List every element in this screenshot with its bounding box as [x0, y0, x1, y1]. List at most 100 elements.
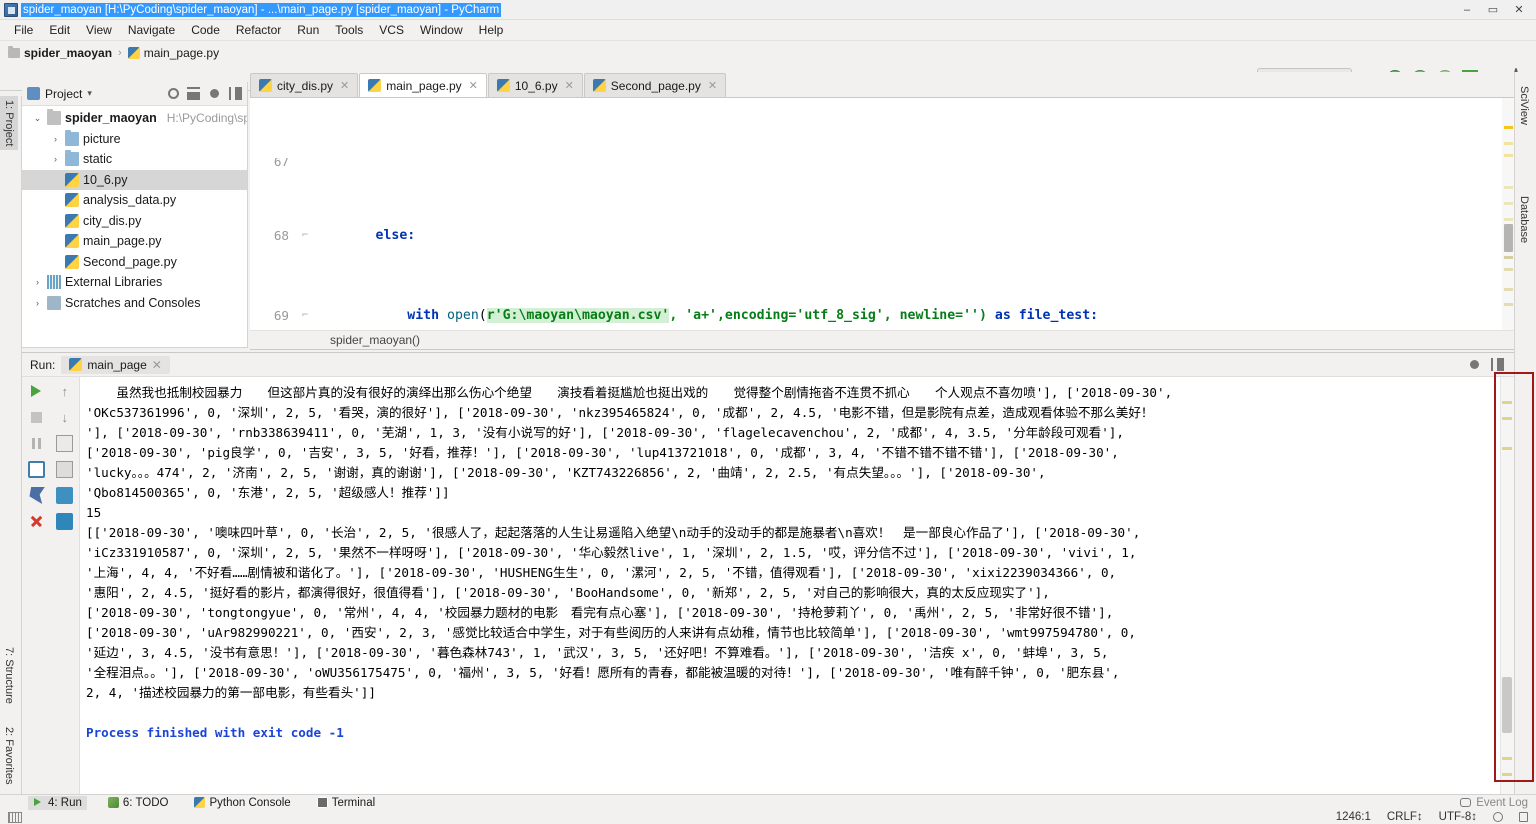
close-icon[interactable]: [28, 513, 45, 530]
tab-city-dis[interactable]: city_dis.py ✕: [250, 73, 359, 97]
lock-icon[interactable]: [1519, 812, 1528, 822]
tab-10-6[interactable]: 10_6.py ✕: [487, 73, 583, 97]
close-icon[interactable]: ✕: [565, 79, 574, 92]
maximize-button[interactable]: ▭: [1480, 1, 1506, 19]
tree-row[interactable]: › External Libraries: [22, 272, 247, 293]
pause-icon[interactable]: [31, 438, 41, 449]
code-editor[interactable]: 67 file_test.to_csv(r'G:\maoyan\maoyan.c…: [250, 98, 1514, 330]
run-tab-main-page[interactable]: main_page ✕: [61, 355, 170, 374]
event-log-button[interactable]: Event Log: [1460, 797, 1536, 809]
status-grid-icon: [8, 811, 22, 823]
close-icon[interactable]: ✕: [152, 358, 162, 372]
console-output[interactable]: 虽然我也抵制校园暴力 但这部片真的没有很好的演绎出那么伤心个绝望 演技看着挺尴尬…: [80, 377, 1514, 796]
menu-tools[interactable]: Tools: [327, 21, 371, 39]
stop-icon[interactable]: [30, 412, 42, 423]
close-icon[interactable]: ✕: [708, 79, 717, 92]
bottom-tab-todo[interactable]: 6: TODO: [103, 796, 174, 810]
bottom-tab-python-console[interactable]: Python Console: [189, 796, 295, 810]
tree-row[interactable]: › picture: [22, 129, 247, 150]
clear-all-icon[interactable]: [56, 513, 74, 530]
fold-marker[interactable]: ⌐: [298, 226, 312, 246]
breadcrumb-project[interactable]: spider_maoyan: [8, 46, 112, 60]
project-tool-window: Project ▾ ⌄ spider_maoyan H:\PyCoding\sp…: [22, 82, 248, 348]
expand-arrow-icon[interactable]: ›: [50, 134, 61, 144]
gear-icon[interactable]: [1470, 360, 1479, 369]
bottom-tab-terminal[interactable]: Terminal: [312, 796, 380, 810]
sidebar-tab-favorites[interactable]: 2: Favorites: [0, 723, 18, 788]
fold-marker[interactable]: ⌐: [298, 306, 312, 326]
python-file-icon: [127, 47, 140, 59]
collapse-all-icon[interactable]: [187, 87, 200, 100]
menu-bar: File Edit View Navigate Code Refactor Ru…: [0, 20, 1536, 41]
left-tool-strip: 1: Project 7: Structure 2: Favorites: [0, 96, 22, 796]
code-filetest: file_test:: [1010, 308, 1099, 323]
bottom-tab-run[interactable]: 4: Run: [28, 795, 87, 810]
scroll-from-source-icon[interactable]: [168, 88, 179, 99]
menu-vcs[interactable]: VCS: [371, 21, 412, 39]
scroll-down-icon[interactable]: ↓: [56, 409, 73, 426]
close-icon[interactable]: ✕: [469, 79, 478, 92]
expand-arrow-icon[interactable]: ›: [32, 277, 43, 287]
file-encoding[interactable]: UTF-8↕: [1439, 811, 1477, 823]
minimize-button[interactable]: –: [1454, 1, 1480, 19]
tab-label: 10_6.py: [514, 78, 558, 93]
tab-main-page[interactable]: main_page.py ✕: [359, 73, 487, 97]
folder-icon: [65, 129, 79, 146]
rerun-icon[interactable]: [28, 383, 45, 400]
menu-run[interactable]: Run: [289, 21, 327, 39]
sidebar-tab-project[interactable]: 1: Project: [0, 96, 18, 151]
export-icon[interactable]: [56, 487, 74, 504]
gear-icon[interactable]: [1493, 812, 1503, 822]
minimize-icon[interactable]: [1491, 358, 1504, 371]
hide-panel-icon[interactable]: [229, 87, 242, 100]
tree-item-label: city_dis.py: [83, 213, 142, 228]
console-line: ['2018-09-30', 'uAr982990221', 0, '西安', …: [86, 625, 1136, 640]
scroll-up-icon[interactable]: ↑: [56, 383, 73, 400]
soft-wrap-icon[interactable]: [56, 435, 74, 452]
menu-navigate[interactable]: Navigate: [120, 21, 183, 39]
tree-row[interactable]: analysis_data.py: [22, 190, 247, 211]
tree-row[interactable]: › Scratches and Consoles: [22, 293, 247, 314]
tree-item-label: 10_6.py: [83, 172, 128, 187]
window-title: spider_maoyan [H:\PyCoding\spider_maoyan…: [21, 2, 502, 17]
run-tab-label: main_page: [87, 357, 147, 372]
python-console-icon: [194, 797, 206, 808]
tree-row[interactable]: Second_page.py: [22, 252, 247, 273]
line-separator[interactable]: CRLF↕: [1387, 811, 1423, 823]
menu-refactor[interactable]: Refactor: [228, 21, 289, 39]
gear-icon[interactable]: [210, 89, 219, 98]
close-button[interactable]: ✕: [1506, 1, 1532, 19]
python-file-icon: [259, 79, 272, 92]
tree-row[interactable]: ⌄ spider_maoyan H:\PyCoding\sp: [22, 108, 247, 129]
caret-position[interactable]: 1246:1: [1336, 811, 1371, 823]
menu-edit[interactable]: Edit: [41, 21, 78, 39]
menu-code[interactable]: Code: [183, 21, 228, 39]
menu-window[interactable]: Window: [412, 21, 471, 39]
menu-help[interactable]: Help: [471, 21, 512, 39]
chevron-down-icon[interactable]: ▾: [87, 88, 92, 99]
expand-arrow-icon[interactable]: ⌄: [32, 113, 43, 124]
breadcrumb-file[interactable]: main_page.py: [127, 46, 219, 60]
sidebar-tab-structure[interactable]: 7: Structure: [0, 643, 18, 708]
expand-arrow-icon[interactable]: ›: [50, 154, 61, 164]
tree-row[interactable]: › static: [22, 149, 247, 170]
console-icon[interactable]: [27, 461, 45, 478]
code-open: open: [447, 308, 479, 323]
tree-row[interactable]: city_dis.py: [22, 211, 247, 232]
sidebar-tab-sciview[interactable]: SciView: [1515, 82, 1533, 129]
pin-icon[interactable]: [29, 487, 45, 504]
folder-icon: [65, 150, 79, 167]
expand-arrow-icon[interactable]: ›: [32, 298, 43, 308]
tree-row-selected[interactable]: 10_6.py: [22, 169, 247, 190]
close-icon[interactable]: ✕: [340, 79, 349, 92]
menu-file[interactable]: File: [6, 21, 41, 39]
tab-second-page[interactable]: Second_page.py ✕: [583, 73, 727, 97]
editor-scrollbar[interactable]: [1502, 98, 1514, 330]
print-icon[interactable]: [56, 461, 74, 478]
menu-view[interactable]: View: [78, 21, 120, 39]
code-keyword: else:: [375, 228, 416, 243]
tree-row[interactable]: main_page.py: [22, 231, 247, 252]
console-scrollbar[interactable]: [1500, 377, 1514, 796]
sidebar-tab-database[interactable]: Database: [1515, 192, 1533, 247]
code-line: 68 ⌐ else:: [250, 226, 1514, 246]
